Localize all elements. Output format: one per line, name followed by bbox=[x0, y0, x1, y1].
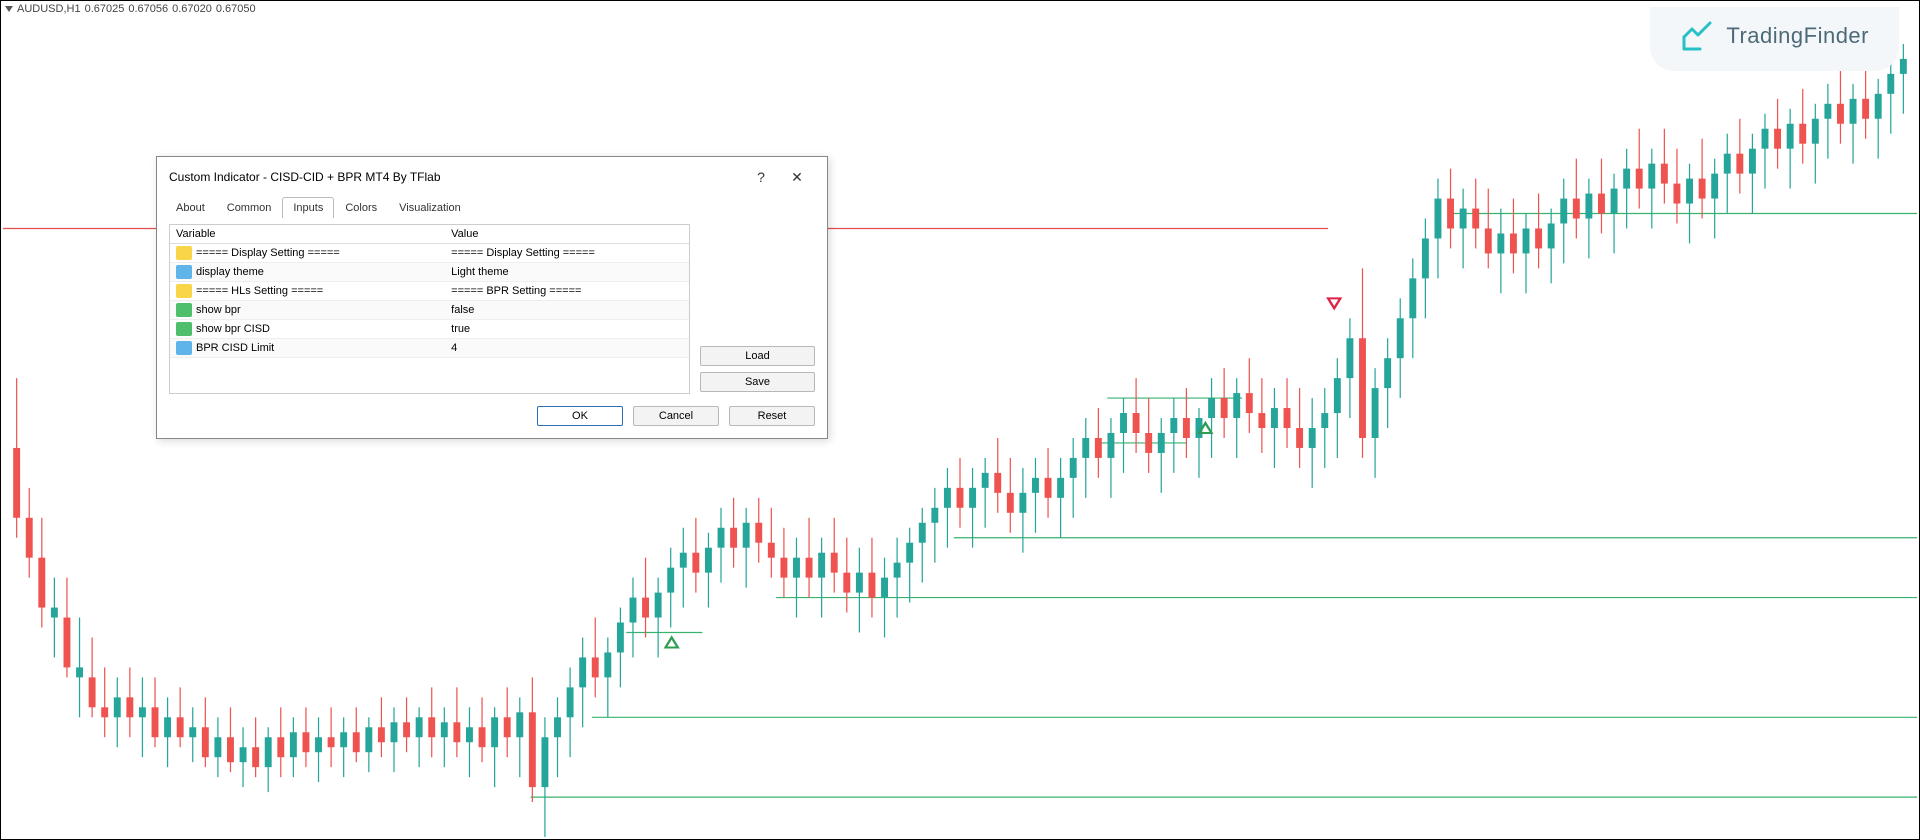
load-button[interactable]: Load bbox=[700, 346, 815, 366]
col-value: Value bbox=[445, 225, 689, 244]
help-button[interactable]: ? bbox=[743, 165, 779, 189]
param-value[interactable]: 4 bbox=[445, 339, 689, 358]
ok-button[interactable]: OK bbox=[537, 406, 623, 426]
param-type-icon bbox=[176, 265, 192, 279]
param-type-icon bbox=[176, 284, 192, 298]
tradingfinder-logo-icon bbox=[1680, 19, 1714, 53]
save-button[interactable]: Save bbox=[700, 372, 815, 392]
tab-visualization[interactable]: Visualization bbox=[388, 197, 472, 218]
brand-badge: TradingFinder bbox=[1650, 7, 1899, 71]
price-4: 0.67050 bbox=[216, 3, 256, 15]
chart-header: AUDUSD,H1 0.67025 0.67056 0.67020 0.6705… bbox=[5, 3, 256, 15]
tab-colors[interactable]: Colors bbox=[334, 197, 388, 218]
price-2: 0.67056 bbox=[128, 3, 168, 15]
dialog-tabs: About Common Inputs Colors Visualization bbox=[157, 193, 827, 218]
parameters-grid[interactable]: Variable Value ===== Display Setting ===… bbox=[169, 224, 690, 394]
close-button[interactable]: ✕ bbox=[779, 165, 815, 189]
param-value[interactable]: false bbox=[445, 301, 689, 320]
param-value[interactable]: true bbox=[445, 320, 689, 339]
param-row[interactable]: show bpr CISD true bbox=[170, 320, 689, 339]
symbol-label: AUDUSD,H1 bbox=[17, 3, 81, 15]
dialog-titlebar[interactable]: Custom Indicator - CISD-CID + BPR MT4 By… bbox=[157, 157, 827, 193]
cancel-button[interactable]: Cancel bbox=[633, 406, 719, 426]
param-type-icon bbox=[176, 322, 192, 336]
tab-inputs[interactable]: Inputs bbox=[282, 197, 334, 218]
price-1: 0.67025 bbox=[85, 3, 125, 15]
param-value[interactable]: ===== Display Setting ===== bbox=[445, 244, 689, 263]
param-name: ===== Display Setting ===== bbox=[196, 247, 340, 259]
param-name: show bpr CISD bbox=[196, 323, 270, 335]
param-row[interactable]: show bpr false bbox=[170, 301, 689, 320]
param-type-icon bbox=[176, 341, 192, 355]
param-row[interactable]: ===== Display Setting ===== ===== Display… bbox=[170, 244, 689, 263]
param-row[interactable]: display theme Light theme bbox=[170, 263, 689, 282]
brand-name: TradingFinder bbox=[1726, 23, 1869, 49]
param-name: BPR CISD Limit bbox=[196, 342, 274, 354]
param-row[interactable]: ===== HLs Setting ===== ===== BPR Setting… bbox=[170, 282, 689, 301]
param-type-icon bbox=[176, 303, 192, 317]
param-name: display theme bbox=[196, 266, 264, 278]
dialog-title: Custom Indicator - CISD-CID + BPR MT4 By… bbox=[169, 170, 743, 184]
param-row[interactable]: BPR CISD Limit 4 bbox=[170, 339, 689, 358]
param-name: show bpr bbox=[196, 304, 241, 316]
indicator-properties-dialog: Custom Indicator - CISD-CID + BPR MT4 By… bbox=[156, 156, 828, 439]
tab-common[interactable]: Common bbox=[216, 197, 283, 218]
col-variable: Variable bbox=[170, 225, 445, 244]
dropdown-triangle-icon[interactable] bbox=[5, 6, 13, 12]
param-type-icon bbox=[176, 246, 192, 260]
param-value[interactable]: ===== BPR Setting ===== bbox=[445, 282, 689, 301]
reset-button[interactable]: Reset bbox=[729, 406, 815, 426]
tab-about[interactable]: About bbox=[165, 197, 216, 218]
param-name: ===== HLs Setting ===== bbox=[196, 285, 323, 297]
param-value[interactable]: Light theme bbox=[445, 263, 689, 282]
price-3: 0.67020 bbox=[172, 3, 212, 15]
app-frame: AUDUSD,H1 0.67025 0.67056 0.67020 0.6705… bbox=[0, 0, 1920, 840]
